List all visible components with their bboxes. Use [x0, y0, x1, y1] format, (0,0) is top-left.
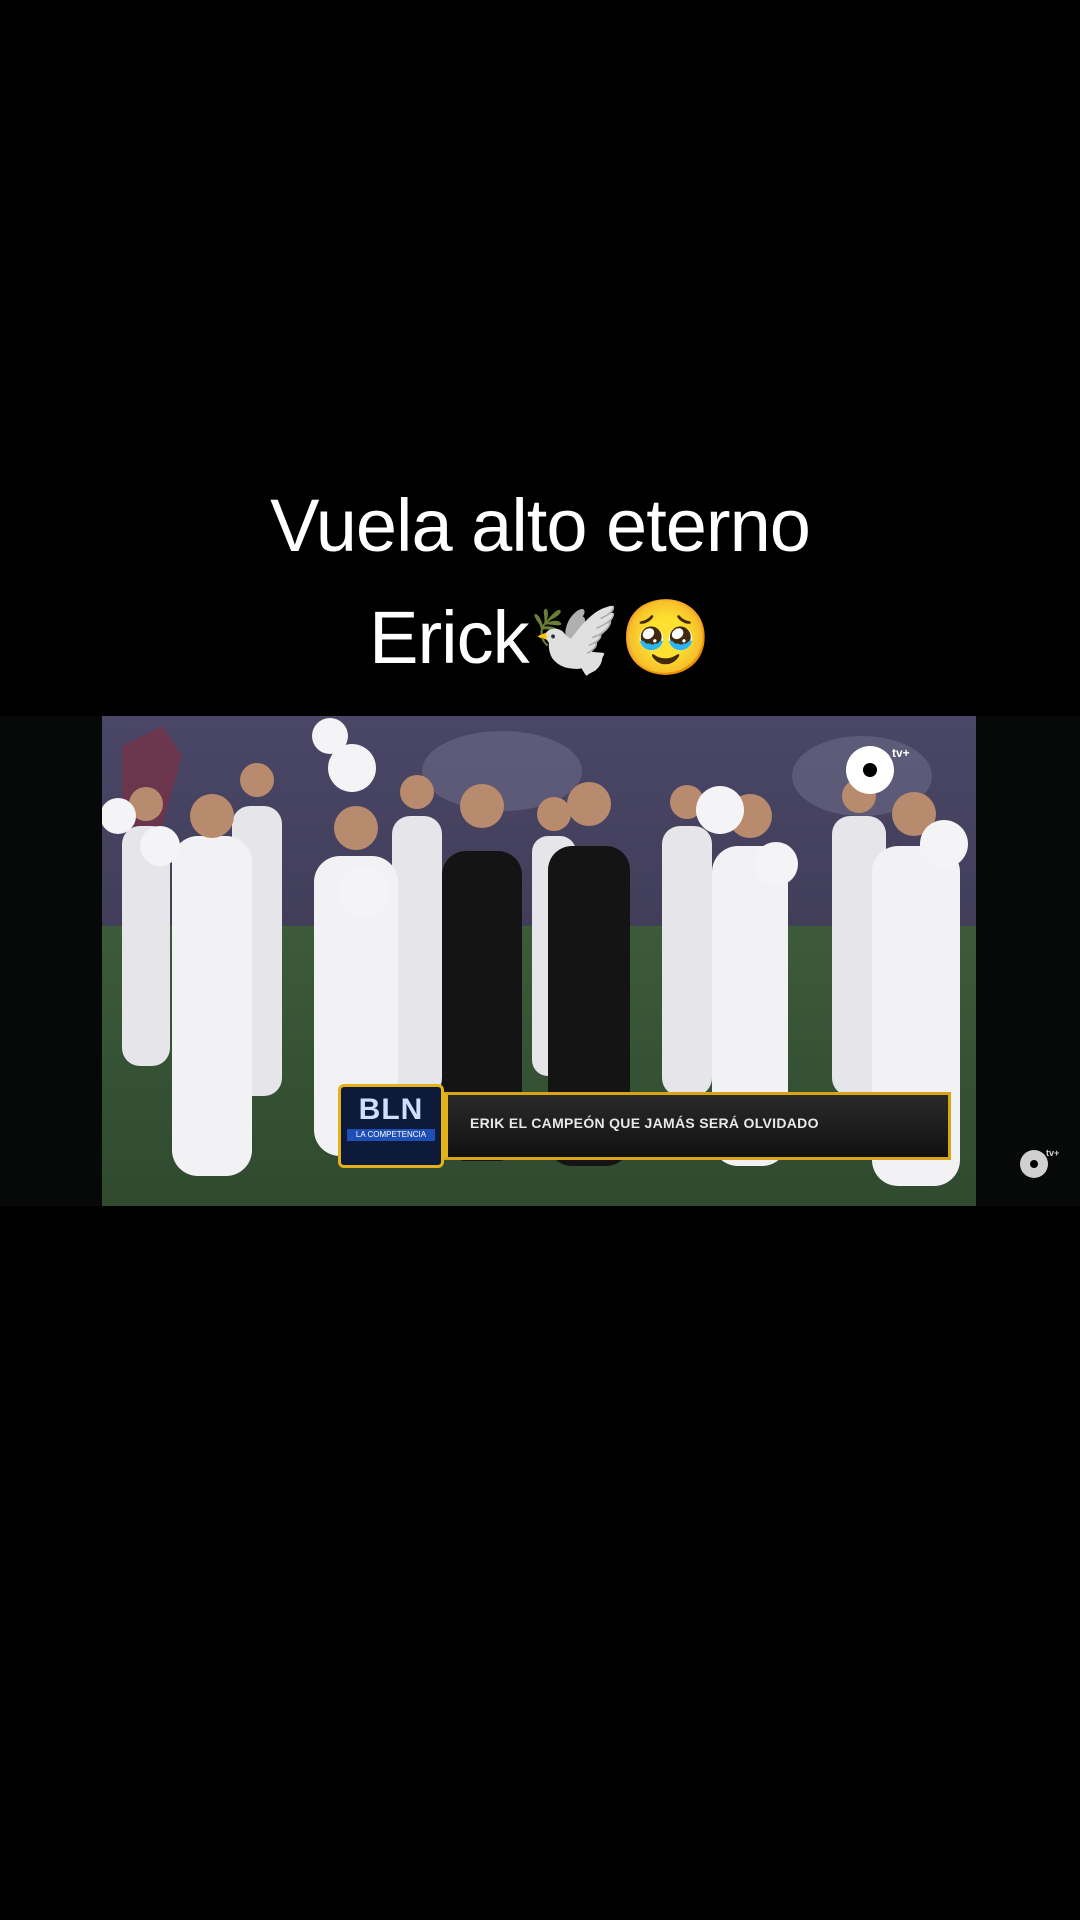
channel-logo-suffix: tv+: [892, 746, 910, 760]
video-still: ERIK EL CAMPEÓN QUE JAMÁS SERÁ OLVIDADO …: [102, 716, 976, 1206]
show-logo-badge: BLN LA COMPETENCIA: [338, 1084, 444, 1168]
watermark-logo-icon: tv+: [1020, 1148, 1060, 1186]
left-letterbox: [0, 716, 102, 1206]
show-logo-text: BLN: [358, 1093, 424, 1126]
lower-third-box: ERIK EL CAMPEÓN QUE JAMÁS SERÁ OLVIDADO: [442, 1092, 951, 1160]
caption: Vuela alto eterno Erick🕊️🥹: [0, 470, 1080, 694]
lower-third-text: ERIK EL CAMPEÓN QUE JAMÁS SERÁ OLVIDADO: [470, 1115, 819, 1131]
right-letterbox: [976, 716, 1080, 1206]
caption-line-2: Erick🕊️🥹: [369, 596, 712, 679]
channel-logo-icon: tv+: [846, 746, 910, 806]
show-logo-subtitle: LA COMPETENCIA: [347, 1129, 435, 1141]
watermark-suffix: tv+: [1046, 1148, 1060, 1158]
caption-line-1: Vuela alto eterno: [270, 484, 811, 567]
video-frame[interactable]: ERIK EL CAMPEÓN QUE JAMÁS SERÁ OLVIDADO …: [0, 716, 1080, 1206]
lower-third: ERIK EL CAMPEÓN QUE JAMÁS SERÁ OLVIDADO …: [336, 1084, 952, 1168]
